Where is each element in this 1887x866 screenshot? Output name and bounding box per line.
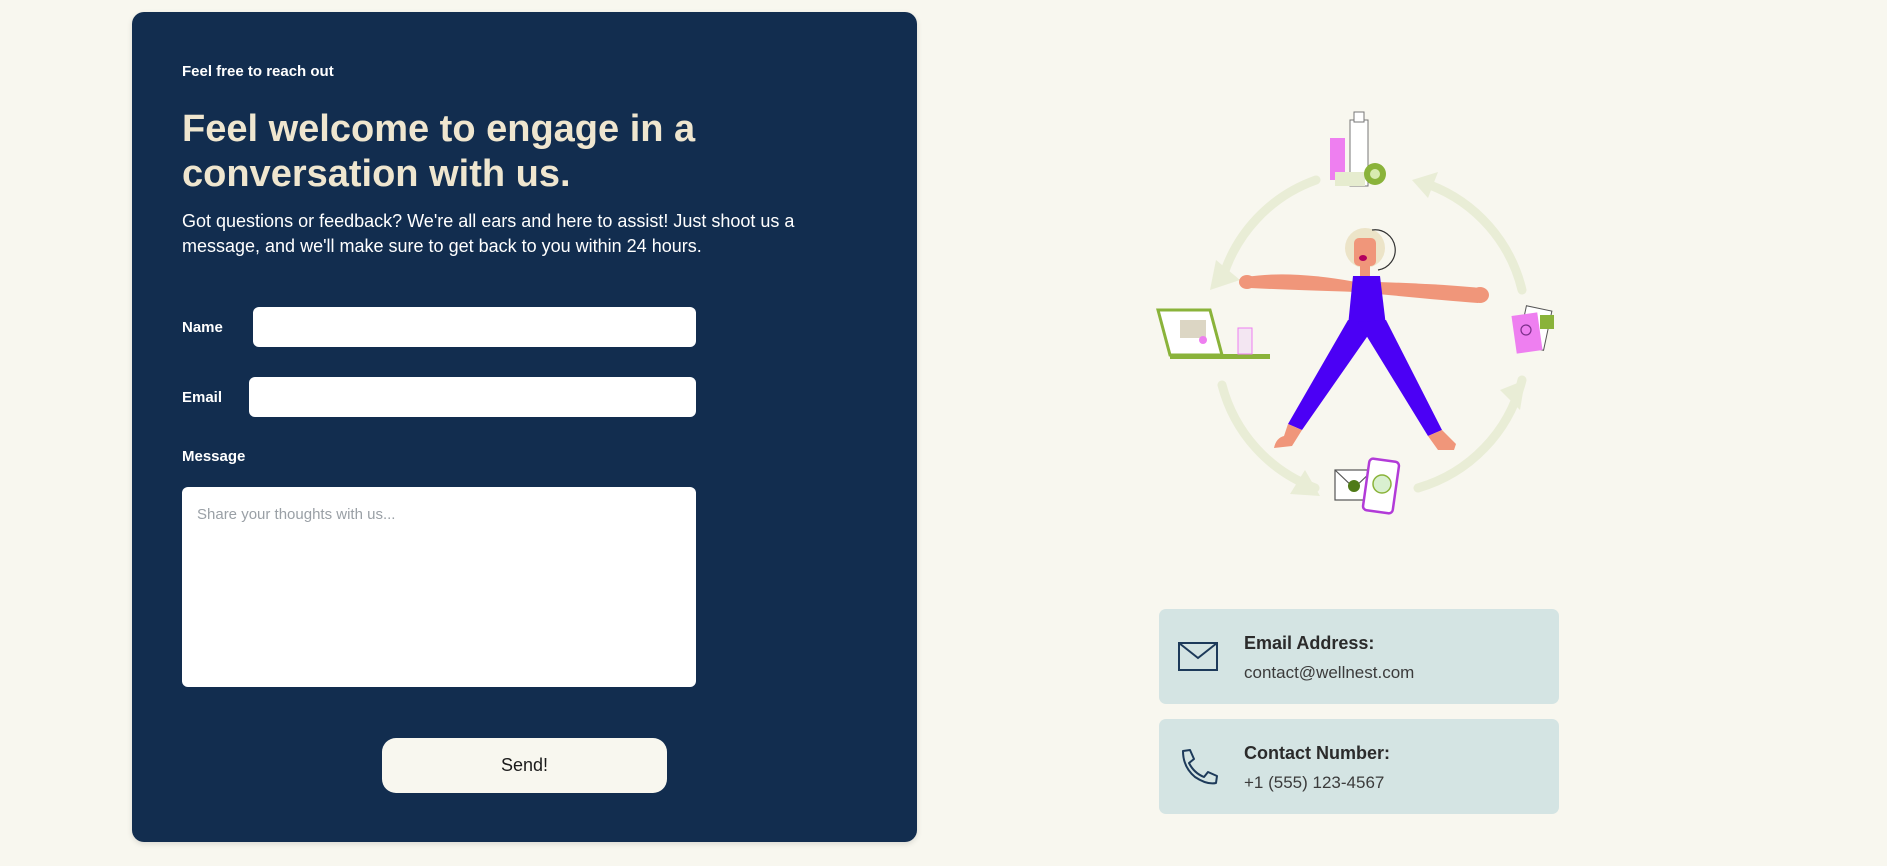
- phone-info-card: Contact Number: +1 (555) 123-4567: [1159, 719, 1559, 814]
- contact-number-value: +1 (555) 123-4567: [1244, 773, 1385, 792]
- wellness-illustration: [1156, 111, 1554, 515]
- email-address-title: Email Address:: [1244, 633, 1375, 653]
- email-label: Email: [182, 389, 223, 406]
- envelope-icon: [1178, 642, 1218, 671]
- laptop-icon: [1156, 308, 1270, 359]
- phone-icon: [1182, 749, 1218, 785]
- contact-form-card: Feel free to reach out Feel welcome to e…: [132, 12, 917, 842]
- bottles-icon: [1330, 111, 1386, 187]
- mail-phone-icon: [1334, 457, 1401, 515]
- email-info-card: Email Address: contact@wellnest.com: [1159, 609, 1559, 704]
- email-address-value: contact@wellnest.com: [1244, 663, 1415, 682]
- message-label: Message: [182, 448, 246, 465]
- message-field[interactable]: [182, 487, 696, 687]
- form-intro: Got questions or feedback? We're all ear…: [182, 211, 795, 256]
- name-field[interactable]: [253, 307, 696, 347]
- form-eyebrow: Feel free to reach out: [182, 63, 334, 80]
- email-field[interactable]: [249, 377, 696, 417]
- contact-page: Feel free to reach out Feel welcome to e…: [0, 0, 1887, 866]
- person-figure: [1239, 228, 1489, 450]
- passport-icon: [1511, 305, 1554, 354]
- send-button[interactable]: Send!: [382, 738, 667, 793]
- contact-number-title: Contact Number:: [1244, 743, 1391, 763]
- name-label: Name: [182, 319, 223, 336]
- form-headline: Feel welcome to engage in a conversation…: [182, 108, 696, 195]
